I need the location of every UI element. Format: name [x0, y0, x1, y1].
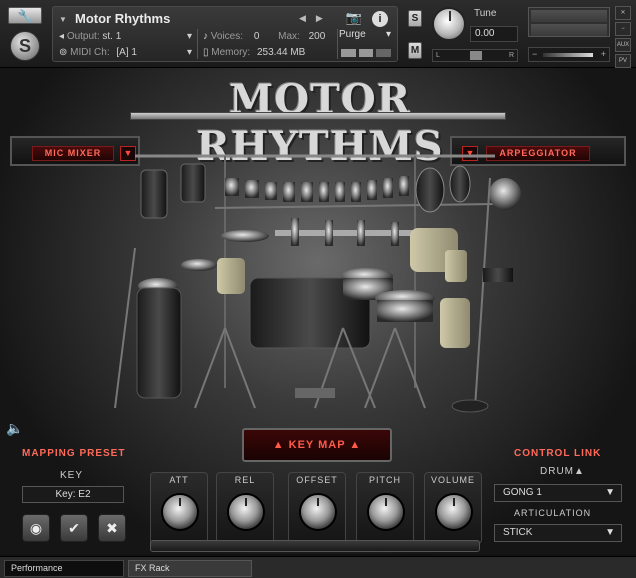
- bottom-rail: [150, 540, 480, 552]
- offset-knob-group: OFFSET: [288, 472, 346, 544]
- voices-row: ♪ Voices: 0 Max: 200: [203, 31, 326, 42]
- midi-icon: ⊚: [59, 47, 71, 58]
- rel-knob[interactable]: [227, 493, 265, 531]
- divider: [337, 29, 338, 59]
- purge-caret-icon: ▾: [385, 29, 391, 40]
- instrument-info-panel: ▼ Motor Rhythms ◀▶ 📷 i ◂ Output: st. 1 ▾…: [52, 6, 398, 62]
- voices-value: 0: [253, 31, 260, 42]
- memory-row: ▯ Memory: 253.44 MB: [203, 47, 306, 58]
- level-meter: [528, 7, 610, 37]
- rel-knob-group: REL: [216, 472, 274, 544]
- output-dropdown-caret-icon: ▾: [187, 31, 193, 42]
- instrument-body: MOTOR RHYTHMS MIC MIXER ▼ ▼ ARPEGGIATOR: [0, 68, 636, 554]
- info-icon[interactable]: i: [372, 11, 388, 27]
- tune-knob[interactable]: [432, 7, 466, 41]
- instrument-name[interactable]: Motor Rhythms: [75, 11, 170, 26]
- drum-caret-icon: ▼: [605, 487, 615, 498]
- purge-dropdown[interactable]: Purge ▾: [339, 29, 393, 44]
- tune-label: Tune: [474, 8, 497, 19]
- volume-slider[interactable]: − +: [528, 47, 610, 62]
- pitch-knob-group: PITCH: [356, 472, 414, 544]
- tab-performance[interactable]: Performance: [4, 560, 124, 577]
- aux-button[interactable]: AUX: [615, 38, 631, 52]
- volume-knob-group: VOLUME: [424, 472, 482, 544]
- att-knob[interactable]: [161, 493, 199, 531]
- cancel-x-icon[interactable]: ✖: [98, 514, 126, 542]
- midi-channel-row[interactable]: ⊚ MIDI Ch: [A] 1 ▾: [59, 47, 192, 58]
- confirm-check-icon[interactable]: ✔: [60, 514, 88, 542]
- articulation-caret-icon: ▼: [605, 527, 615, 538]
- pv-button[interactable]: PV: [615, 54, 631, 68]
- kontakt-logo: S: [10, 31, 40, 61]
- midi-dropdown-caret-icon: ▾: [187, 47, 193, 58]
- output-value: st. 1: [102, 31, 122, 42]
- articulation-select[interactable]: STICK ▼: [494, 524, 622, 542]
- crankshaft: [275, 218, 425, 246]
- midi-learn-icon[interactable]: ◉: [22, 514, 50, 542]
- purge-meter: [341, 49, 392, 57]
- memory-value: 253.44 MB: [256, 47, 306, 58]
- midi-channel-value: [A] 1: [116, 47, 137, 58]
- att-knob-group: ATT: [150, 472, 208, 544]
- speaker-icon[interactable]: 🔈: [6, 420, 26, 438]
- drum-select[interactable]: GONG 1 ▼: [494, 484, 622, 502]
- volume-knob[interactable]: [435, 493, 473, 531]
- minimize-icon[interactable]: −: [615, 22, 631, 36]
- pitch-knob[interactable]: [367, 493, 405, 531]
- close-icon[interactable]: ✕: [615, 6, 631, 20]
- camera-icon[interactable]: 📷: [343, 10, 365, 26]
- output-row[interactable]: ◂ Output: st. 1 ▾: [59, 31, 192, 42]
- offset-knob[interactable]: [299, 493, 337, 531]
- voices-icon: ♪: [203, 31, 211, 42]
- tune-value[interactable]: 0.00: [470, 26, 518, 42]
- control-link-label: CONTROL LINK: [514, 448, 602, 459]
- max-voices-value: 200: [308, 31, 326, 42]
- mapping-preset-label: MAPPING PRESET: [22, 448, 126, 459]
- pan-handle[interactable]: [470, 51, 482, 60]
- divider: [197, 29, 198, 59]
- instrument-header: 🔧 S ▼ Motor Rhythms ◀▶ 📷 i ◂ Output: st.…: [0, 0, 636, 68]
- bottom-tab-bar: Performance FX Rack: [0, 556, 636, 578]
- tab-fx-rack[interactable]: FX Rack: [128, 560, 252, 577]
- key-field[interactable]: Key: E2: [22, 486, 124, 503]
- side-buttons: ✕ − AUX PV: [615, 6, 631, 70]
- collapse-caret-icon[interactable]: ▼: [59, 15, 67, 24]
- solo-button[interactable]: S: [408, 10, 422, 27]
- wrench-icon[interactable]: 🔧: [8, 7, 42, 24]
- mute-button[interactable]: M: [408, 42, 422, 59]
- title-underline: [130, 112, 506, 120]
- output-icon: ◂: [59, 31, 67, 42]
- control-panel: KEY Key: E2 ◉ ✔ ✖ ATT REL OFFSET PITCH V…: [8, 464, 628, 552]
- drum-label: DRUM▲: [540, 466, 585, 477]
- key-section-label: KEY: [60, 470, 84, 481]
- articulation-label: ARTICULATION: [514, 508, 592, 518]
- motor-drum-kit-image: [114, 154, 521, 413]
- key-map-button[interactable]: ▲ KEY MAP ▲: [242, 428, 392, 462]
- hanging-pipes: [225, 176, 409, 202]
- pan-slider[interactable]: L R: [432, 49, 518, 62]
- prev-next-arrows-icon[interactable]: ◀▶: [299, 13, 333, 24]
